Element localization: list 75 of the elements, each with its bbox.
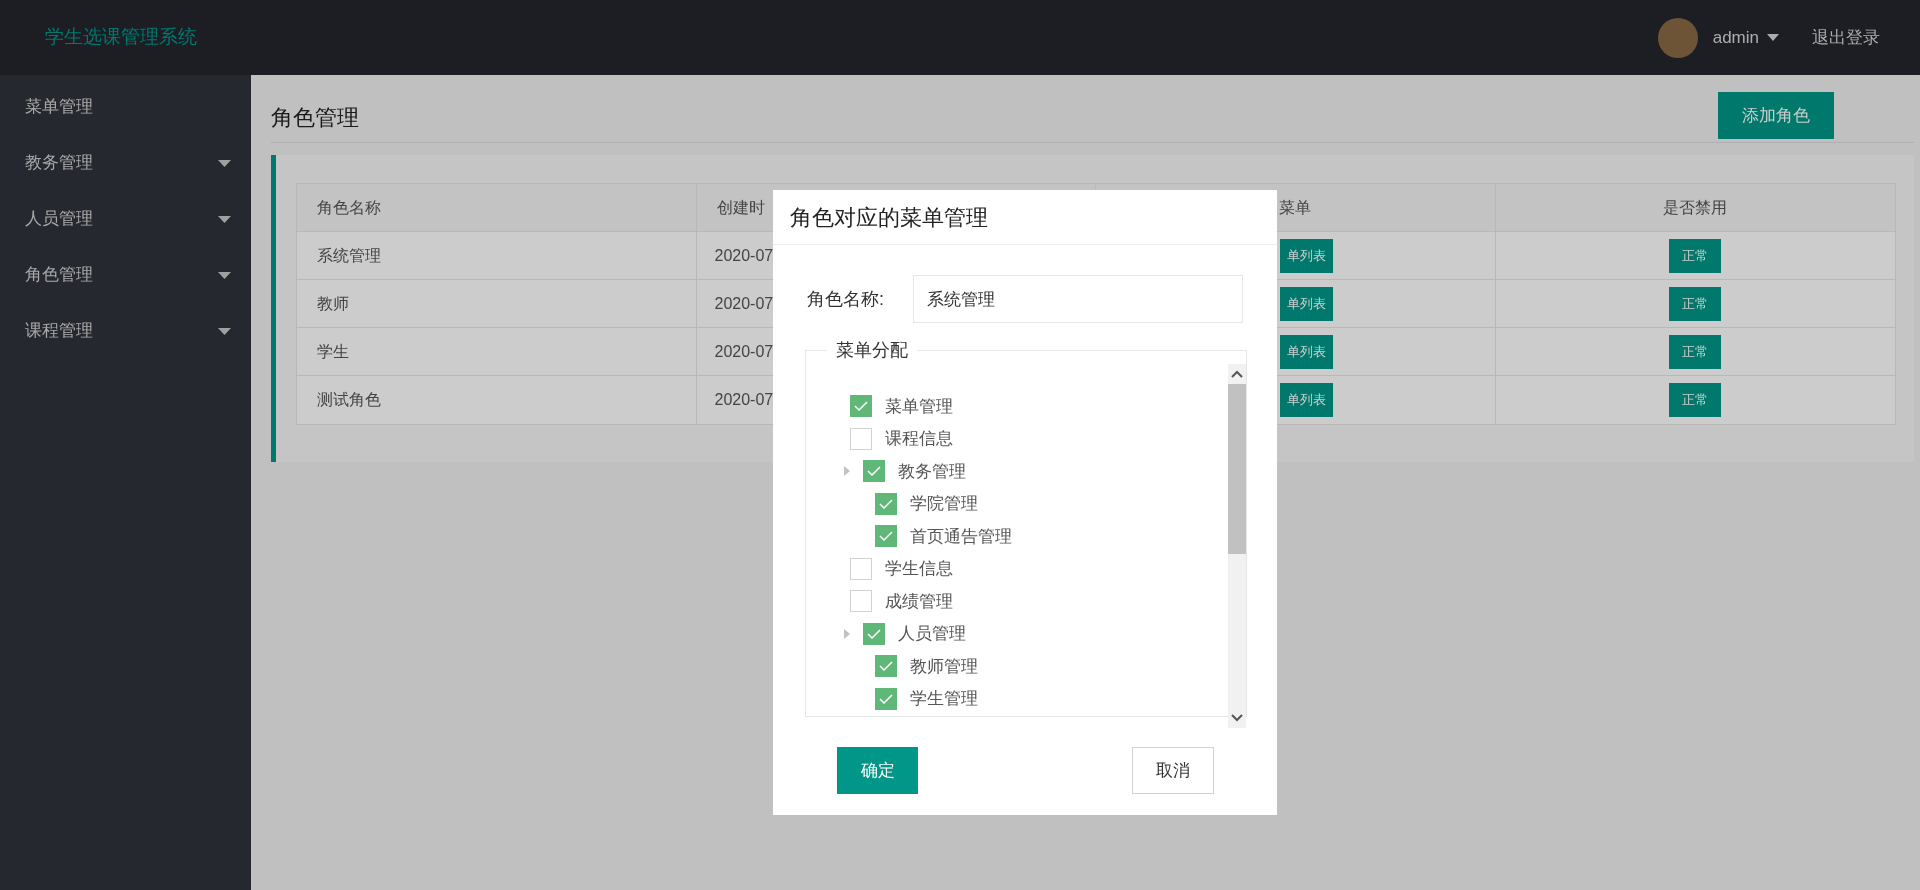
tree-item-label[interactable]: 学院管理: [910, 491, 978, 517]
checkbox[interactable]: [850, 590, 872, 613]
sidebar-item[interactable]: 教务管理: [0, 135, 251, 191]
tree-item-label[interactable]: 教师管理: [910, 653, 978, 679]
status-button[interactable]: 正常: [1669, 383, 1722, 417]
status-button[interactable]: 正常: [1669, 238, 1722, 273]
sidebar-item[interactable]: 角色管理: [0, 247, 251, 303]
status-button[interactable]: 正常: [1669, 334, 1722, 369]
column-header: 创建时: [716, 197, 765, 218]
scrollbar[interactable]: [1228, 364, 1246, 728]
checkmark-icon: [867, 628, 881, 639]
checkbox[interactable]: [850, 557, 872, 580]
checkbox[interactable]: [875, 655, 897, 678]
logout-link[interactable]: 退出登录: [1812, 24, 1880, 51]
checkmark-icon: [879, 498, 893, 509]
checkbox[interactable]: [863, 622, 885, 645]
caret-icon: [218, 271, 231, 279]
user-menu[interactable]: admin: [1712, 24, 1779, 51]
checkbox[interactable]: [875, 687, 897, 710]
menu-list-button[interactable]: 单列表: [1280, 383, 1333, 417]
tree-item-label[interactable]: 人员管理: [898, 621, 966, 647]
checkmark-icon: [879, 531, 893, 542]
menu-list-button[interactable]: 单列表: [1280, 238, 1333, 273]
cancel-button[interactable]: 取消: [1132, 747, 1214, 794]
scroll-down-icon[interactable]: [1231, 714, 1243, 722]
table-cell-text: 学生: [317, 341, 349, 362]
fieldset-legend: 菜单分配: [826, 337, 918, 364]
caret-icon: [218, 159, 231, 167]
sidebar-item[interactable]: 课程管理: [0, 303, 251, 359]
tree-item-label[interactable]: 成绩管理: [885, 588, 953, 614]
tree-item-label[interactable]: 首页通告管理: [910, 523, 1012, 549]
scroll-up-icon[interactable]: [1231, 370, 1243, 378]
checkbox[interactable]: [875, 525, 897, 548]
caret-icon: [218, 215, 231, 223]
tree-item-label[interactable]: 课程信息: [885, 426, 953, 452]
column-header: 菜单: [1279, 197, 1312, 218]
table-cell-text: 系统管理: [317, 245, 381, 266]
tree-item-label[interactable]: 教务管理: [898, 458, 966, 484]
confirm-button[interactable]: 确定: [837, 747, 918, 794]
column-header: 是否禁用: [1663, 197, 1728, 218]
tree-item-label[interactable]: 学生管理: [910, 686, 978, 712]
table-cell-text: 测试角色: [317, 390, 381, 410]
checkbox[interactable]: [875, 492, 897, 515]
table-cell-text: 2020-07: [714, 390, 774, 410]
checkbox[interactable]: [850, 395, 872, 418]
app-title: 学生选课管理系统: [45, 25, 197, 50]
expand-arrow-icon[interactable]: [844, 466, 850, 477]
field-label: 角色名称:: [807, 287, 885, 311]
scrollbar-thumb[interactable]: [1228, 384, 1246, 554]
checkbox[interactable]: [850, 427, 872, 450]
checkmark-icon: [854, 401, 868, 412]
add-role-button[interactable]: 添加角色: [1718, 92, 1834, 139]
tree-item-label[interactable]: 学生信息: [885, 556, 953, 582]
role-name-field[interactable]: 系统管理: [913, 275, 1243, 323]
tree-item-label[interactable]: 菜单管理: [885, 393, 953, 419]
table-cell-text: 2020-07: [714, 245, 774, 266]
dialog-title: 角色对应的菜单管理: [790, 203, 988, 232]
expand-arrow-icon[interactable]: [844, 628, 850, 639]
table-cell-text: 教师: [317, 293, 349, 314]
checkmark-icon: [879, 693, 893, 704]
menu-list-button[interactable]: 单列表: [1280, 286, 1333, 321]
page-title: 角色管理: [271, 103, 359, 132]
status-button[interactable]: 正常: [1669, 286, 1722, 321]
table-cell-text: 2020-07: [714, 293, 774, 314]
sidebar-item[interactable]: 菜单管理: [0, 79, 251, 135]
menu-list-button[interactable]: 单列表: [1280, 334, 1333, 369]
sidebar-item[interactable]: 人员管理: [0, 191, 251, 247]
caret-icon: [218, 327, 231, 335]
checkmark-icon: [867, 466, 881, 477]
caret-icon: [1767, 34, 1779, 41]
checkmark-icon: [879, 661, 893, 672]
avatar-icon[interactable]: [1657, 17, 1698, 58]
column-header: 角色名称: [317, 197, 381, 218]
table-cell-text: 2020-07: [714, 341, 774, 362]
checkbox[interactable]: [863, 460, 885, 483]
